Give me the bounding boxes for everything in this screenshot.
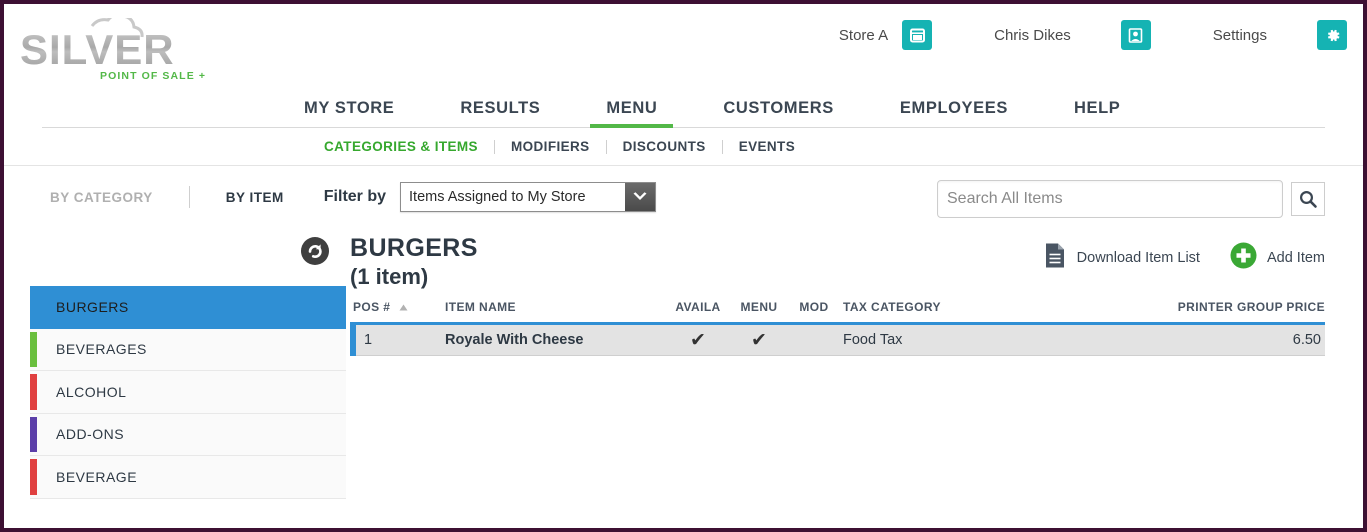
filter-bar: BY CATEGORY BY ITEM Filter by Items Assi…: [4, 166, 1363, 228]
nav-item-customers[interactable]: CUSTOMERS: [723, 99, 834, 128]
sidebar-item-beverage[interactable]: BEVERAGE: [30, 456, 346, 499]
add-item-button[interactable]: Add Item: [1230, 242, 1325, 274]
sidebar-item-alcohol[interactable]: ALCOHOL: [30, 371, 346, 414]
cell-printer-group: [1095, 324, 1283, 356]
nav-item-results[interactable]: RESULTS: [460, 99, 540, 128]
cell-menu: ✔: [733, 324, 785, 356]
toggle-by-item[interactable]: BY ITEM: [226, 190, 284, 205]
sidebar-item-beverages[interactable]: BEVERAGES: [30, 328, 346, 371]
column-label: POS #: [353, 300, 391, 314]
sidebar-item-label: BURGERS: [56, 298, 129, 315]
category-color-bar: [30, 331, 37, 367]
column-header-pos[interactable]: POS #: [353, 300, 445, 324]
items-table: POS # ITEM NAME AVAILA MENU MOD TAX CATE…: [350, 300, 1325, 356]
subnav-item-discounts[interactable]: DISCOUNTS: [623, 139, 706, 154]
check-icon: ✔: [751, 329, 767, 351]
user-icon[interactable]: [1120, 20, 1151, 50]
sidebar-item-burgers[interactable]: BURGERS: [30, 286, 346, 329]
column-header-printer-group[interactable]: PRINTER GROUP: [1095, 300, 1283, 324]
items-panel: BURGERS (1 item) Download Item List Add …: [301, 228, 1325, 356]
sidebar-item-label: ADD-ONS: [56, 426, 125, 443]
filter-select[interactable]: Items Assigned to My Store: [400, 182, 657, 212]
subnav-separator: [605, 139, 607, 154]
header-account-area: Store A Chris Dikes Settings: [839, 20, 1347, 50]
document-icon: [1043, 242, 1067, 274]
toggle-by-category[interactable]: BY CATEGORY: [50, 190, 153, 205]
subnav-item-modifiers[interactable]: MODIFIERS: [511, 139, 590, 154]
search-icon: [1299, 190, 1317, 208]
column-header-menu[interactable]: MENU: [733, 300, 785, 324]
store-icon[interactable]: [902, 20, 933, 50]
cell-available: ✔: [663, 324, 733, 356]
store-label[interactable]: Store A: [839, 27, 888, 44]
silver-pos-logo[interactable]: SILVER POINT OF SALE +: [18, 18, 218, 84]
filter-select-value: Items Assigned to My Store: [409, 189, 586, 205]
sidebar-item-label: ALCOHOL: [56, 383, 127, 400]
page-body: BURGERS BEVERAGES ALCOHOL ADD-ONS BEVERA…: [4, 228, 1363, 516]
cell-price: 6.50: [1292, 332, 1321, 348]
sub-navigation: CATEGORIES & ITEMS MODIFIERS DISCOUNTS E…: [4, 128, 1363, 166]
category-sidebar: BURGERS BEVERAGES ALCOHOL ADD-ONS BEVERA…: [30, 286, 346, 499]
main-navigation: MY STORE RESULTS MENU CUSTOMERS EMPLOYEE…: [4, 90, 1363, 128]
cell-tax-category: Food Tax: [843, 332, 903, 348]
subnav-separator: [721, 139, 723, 154]
user-name-label[interactable]: Chris Dikes: [994, 27, 1071, 44]
cell-pos: 1: [350, 323, 445, 356]
search-button[interactable]: [1291, 182, 1325, 216]
column-header-price[interactable]: PRICE: [1283, 300, 1325, 324]
plus-circle-icon: [1230, 242, 1257, 274]
sort-ascending-icon: [399, 304, 408, 311]
sidebar-item-label: BEVERAGES: [56, 341, 147, 358]
app-header: SILVER POINT OF SALE + Store A Chris Dik…: [4, 4, 1363, 90]
sidebar-item-add-ons[interactable]: ADD-ONS: [30, 413, 346, 456]
category-color-bar: [30, 374, 37, 410]
toggle-separator: [188, 186, 190, 208]
column-header-tax-category[interactable]: TAX CATEGORY: [843, 300, 1095, 324]
nav-item-employees[interactable]: EMPLOYEES: [900, 99, 1008, 128]
subnav-item-categories-and-items[interactable]: CATEGORIES & ITEMS: [324, 139, 478, 154]
table-header-row: POS # ITEM NAME AVAILA MENU MOD TAX CATE…: [353, 300, 1325, 324]
chevron-down-icon[interactable]: [625, 183, 656, 211]
refresh-back-icon[interactable]: [300, 236, 330, 266]
column-header-item-name[interactable]: ITEM NAME: [445, 300, 663, 324]
category-color-bar: [30, 416, 37, 452]
download-item-list-button[interactable]: Download Item List: [1043, 242, 1200, 274]
panel-actions: Download Item List Add Item: [1013, 242, 1325, 274]
subnav-separator: [493, 139, 495, 154]
table-row[interactable]: 1 Royale With Cheese ✔ ✔ Food Tax 6.50: [350, 323, 1325, 356]
svg-text:SILVER: SILVER: [20, 26, 175, 73]
nav-divider: [42, 127, 1325, 128]
column-header-available[interactable]: AVAILA: [663, 300, 733, 324]
download-item-list-label: Download Item List: [1076, 250, 1200, 266]
items-panel-header: BURGERS (1 item) Download Item List Add …: [301, 228, 1325, 300]
nav-item-menu[interactable]: MENU: [590, 99, 674, 128]
add-item-label: Add Item: [1266, 250, 1325, 266]
search-input[interactable]: [937, 180, 1283, 218]
application-window: SILVER POINT OF SALE + Store A Chris Dik…: [0, 0, 1367, 532]
check-icon: ✔: [690, 329, 706, 351]
nav-item-my-store[interactable]: MY STORE: [304, 99, 394, 128]
category-color-bar: [30, 459, 37, 495]
subnav-item-events[interactable]: EVENTS: [739, 139, 795, 154]
cell-item-name: Royale With Cheese: [445, 332, 584, 348]
gear-icon[interactable]: [1317, 20, 1347, 50]
sidebar-item-label: BEVERAGE: [56, 468, 138, 485]
search-area: [937, 180, 1325, 218]
logo-tagline: POINT OF SALE +: [100, 70, 206, 82]
column-header-mod[interactable]: MOD: [785, 300, 843, 324]
nav-item-help[interactable]: HELP: [1074, 99, 1120, 128]
filter-by-label: Filter by: [323, 188, 387, 205]
settings-label[interactable]: Settings: [1213, 27, 1267, 44]
cell-mod: [785, 324, 843, 356]
